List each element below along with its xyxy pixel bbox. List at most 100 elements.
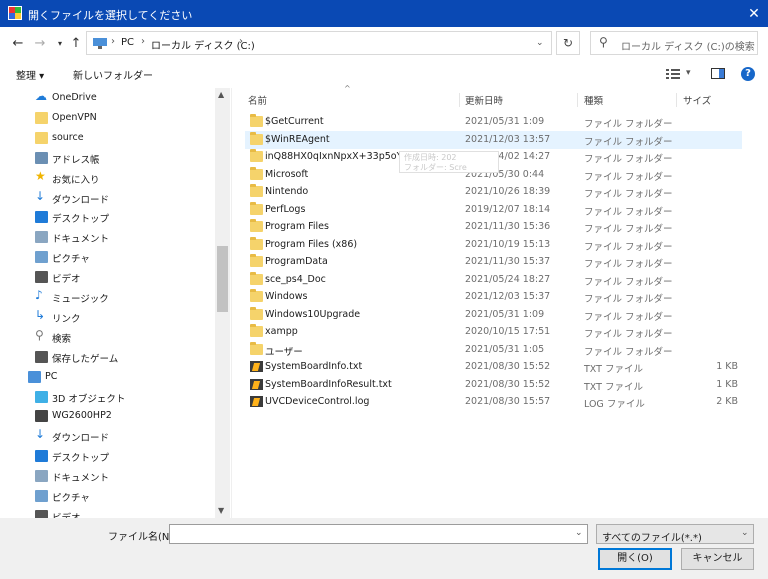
nav-item-label: ミュージック — [52, 294, 109, 305]
address-dropdown-chevron-icon[interactable]: ⌄ — [536, 38, 544, 48]
search-placeholder: ローカル ディスク (C:)の検索 — [621, 42, 755, 53]
address-bar[interactable]: › PC › ローカル ディスク (C:) › ⌄ — [86, 31, 552, 55]
recent-locations-chevron-icon[interactable]: ▾ — [55, 34, 65, 54]
file-row[interactable]: ProgramData 2021/11/30 15:37 ファイル フォルダー — [245, 253, 742, 271]
nav-item[interactable]: 保存したゲーム — [0, 347, 215, 367]
file-row[interactable]: $WinREAgent 2021/12/03 13:57 ファイル フォルダー — [245, 130, 742, 149]
filename-input[interactable]: ⌄ — [169, 524, 588, 544]
cancel-button[interactable]: キャンセル — [681, 548, 754, 570]
column-divider[interactable] — [577, 93, 578, 107]
search-input[interactable]: ⚲ ローカル ディスク (C:)の検索 — [590, 31, 758, 55]
nav-item[interactable]: ↓ ダウンロード — [0, 188, 215, 208]
file-row[interactable]: PerfLogs 2019/12/07 18:14 ファイル フォルダー — [245, 201, 742, 219]
folder-icon — [250, 341, 263, 355]
breadcrumb-separator-icon: › — [141, 36, 145, 47]
column-header-name[interactable]: 名前 — [248, 93, 267, 107]
nav-item[interactable]: ドキュメント — [0, 227, 215, 247]
nav-item[interactable]: ↳ リンク — [0, 307, 215, 327]
nav-item[interactable]: ビデオ — [0, 267, 215, 287]
new-folder-button[interactable]: 新しいフォルダー — [73, 67, 153, 82]
file-row[interactable]: Nintendo 2021/10/26 18:39 ファイル フォルダー — [245, 183, 742, 201]
file-row[interactable]: ユーザー 2021/05/31 1:05 ファイル フォルダー — [245, 341, 742, 359]
nav-item[interactable]: PC — [0, 367, 215, 387]
file-row[interactable]: SystemBoardInfoResult.txt 2021/08/30 15:5… — [245, 376, 742, 394]
nav-item[interactable]: ドキュメント — [0, 466, 215, 486]
folder-icon — [250, 149, 263, 162]
nav-item-label: ビデオ — [52, 274, 81, 286]
file-name: Windows10Upgrade — [265, 308, 361, 320]
sort-ascending-icon: ^ — [344, 84, 351, 93]
scroll-up-icon[interactable]: ▲ — [218, 90, 224, 99]
file-row[interactable]: $GetCurrent 2021/05/31 1:09 ファイル フォルダー — [245, 113, 742, 131]
file-type: ファイル フォルダー — [584, 154, 673, 165]
nav-item[interactable]: デスクトップ — [0, 207, 215, 227]
file-type-filter-select[interactable]: すべてのファイル(*.*) ⌄ — [596, 524, 754, 544]
nav-item-label: 3D オブジェクト — [52, 393, 126, 405]
scrollbar-thumb[interactable] — [217, 246, 228, 312]
file-date: 2021/05/31 1:05 — [465, 343, 545, 355]
view-options-icon[interactable] — [666, 69, 680, 79]
column-header-type[interactable]: 種類 — [584, 93, 603, 107]
breadcrumb-separator-icon: › — [111, 36, 115, 47]
nav-item-label: ダウンロード — [52, 433, 110, 445]
folder-icon — [35, 111, 48, 124]
file-row[interactable]: Windows 2021/12/03 15:37 ファイル フォルダー — [245, 288, 742, 306]
file-row[interactable]: sce_ps4_Doc 2021/05/24 18:27 ファイル フォルダー — [245, 271, 742, 289]
view-dropdown-chevron-icon[interactable]: ▾ — [686, 68, 691, 78]
column-header-size[interactable]: サイズ — [683, 93, 711, 107]
back-arrow-icon[interactable]: ← — [10, 34, 26, 54]
file-row[interactable]: Program Files (x86) 2021/10/19 15:13 ファイル … — [245, 236, 742, 254]
navigation-pane: ☁ OneDrive OpenVPN source アドレス帳 ★ お気に入り ↓ ダウンロード… — [0, 88, 230, 518]
open-button[interactable]: 開く(O) — [598, 548, 672, 570]
file-row[interactable]: Program Files 2021/11/30 15:36 ファイル フォルダー — [245, 218, 742, 236]
up-arrow-icon[interactable]: ↑ — [68, 34, 84, 54]
nav-item[interactable]: WG2600HP2 — [0, 406, 215, 426]
column-divider[interactable] — [459, 93, 460, 107]
nav-item[interactable]: ビデオ — [0, 506, 215, 518]
filename-dropdown-chevron-icon[interactable]: ⌄ — [575, 528, 583, 538]
file-row[interactable]: UVCDeviceControl.log 2021/08/30 15:57 LOG … — [245, 393, 742, 411]
app-icon — [8, 6, 22, 20]
organize-button[interactable]: 整理 ▾ — [16, 67, 44, 82]
file-date: 2021/05/31 1:09 — [465, 308, 545, 320]
file-type: ファイル フォルダー — [584, 241, 673, 253]
refresh-icon[interactable]: ↻ — [556, 31, 580, 55]
nav-item[interactable]: デスクトップ — [0, 446, 215, 466]
help-icon[interactable]: ? — [741, 67, 755, 81]
nav-item[interactable]: ☁ OneDrive — [0, 88, 215, 108]
file-type: ファイル フォルダー — [584, 276, 673, 288]
nav-item[interactable]: 3D オブジェクト — [0, 387, 215, 407]
scroll-down-icon[interactable]: ▼ — [218, 506, 224, 515]
nav-item[interactable]: ★ お気に入り — [0, 168, 215, 188]
text-file-icon — [250, 361, 263, 372]
nav-item[interactable]: アドレス帳 — [0, 148, 215, 168]
breadcrumb-pc[interactable]: PC — [121, 37, 134, 48]
column-header-date[interactable]: 更新日時 — [465, 93, 503, 107]
file-name: SystemBoardInfo.txt — [265, 361, 363, 372]
nav-item[interactable]: ピクチャ — [0, 247, 215, 267]
pane-divider[interactable] — [231, 88, 232, 518]
file-row[interactable]: SystemBoardInfo.txt 2021/08/30 15:52 TXT フ… — [245, 358, 742, 376]
file-name: Microsoft — [265, 168, 309, 180]
nav-item[interactable]: ピクチャ — [0, 486, 215, 506]
nav-item-label: 保存したゲーム — [52, 353, 119, 365]
close-icon[interactable]: ✕ — [744, 4, 764, 24]
file-type: ファイル フォルダー — [584, 224, 673, 235]
forward-arrow-icon[interactable]: → — [32, 34, 48, 54]
search-icon: ⚲ — [35, 327, 44, 342]
file-name: Program Files (x86) — [265, 238, 358, 250]
folder-icon — [250, 324, 263, 337]
folder-icon — [250, 254, 263, 267]
nav-item[interactable]: ♪ ミュージック — [0, 287, 215, 307]
file-name: Nintendo — [265, 186, 309, 197]
file-row[interactable]: xampp 2020/10/15 17:51 ファイル フォルダー — [245, 323, 742, 341]
file-type: ファイル フォルダー — [584, 329, 673, 340]
nav-item[interactable]: ⚲ 検索 — [0, 327, 215, 347]
nav-item[interactable]: source — [0, 128, 215, 148]
nav-item[interactable]: ↓ ダウンロード — [0, 426, 215, 446]
column-divider[interactable] — [676, 93, 677, 107]
nav-item[interactable]: OpenVPN — [0, 108, 215, 128]
file-row[interactable]: Windows10Upgrade 2021/05/31 1:09 ファイル フォルダ… — [245, 306, 742, 324]
preview-pane-icon[interactable] — [711, 68, 725, 79]
file-type-filter-value: すべてのファイル(*.*) — [602, 533, 702, 544]
